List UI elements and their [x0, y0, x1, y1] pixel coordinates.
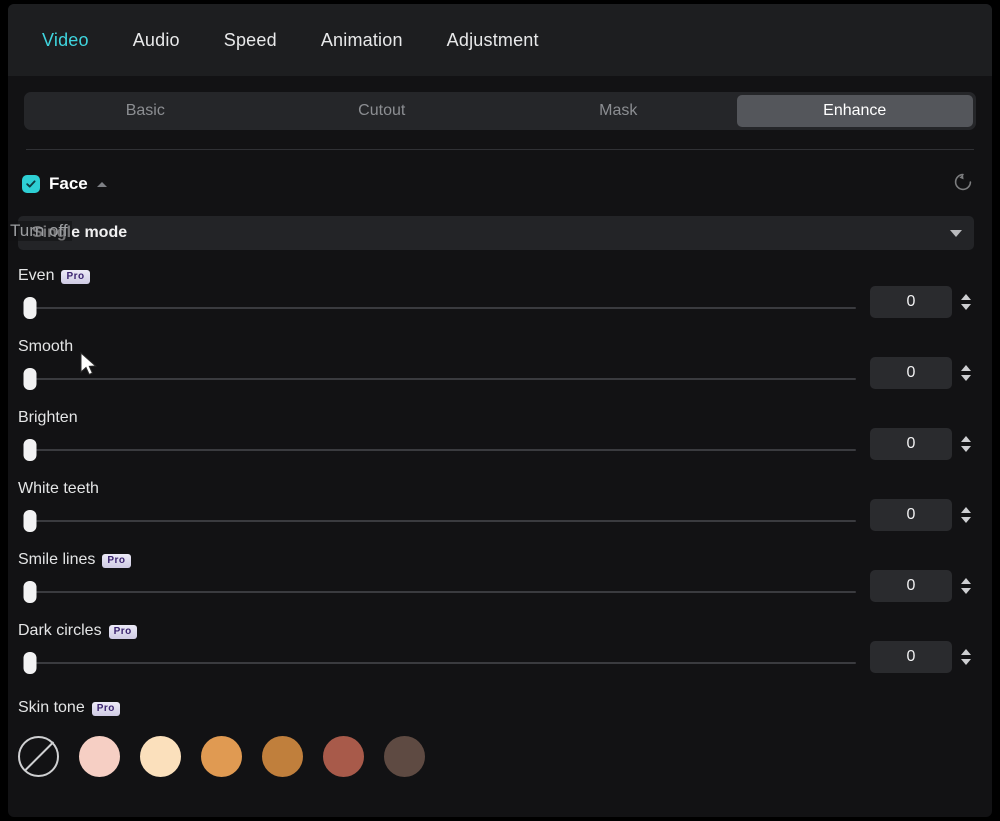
- slider-label-even: Even: [18, 267, 55, 284]
- sub-tab-basic[interactable]: Basic: [27, 95, 264, 127]
- slider-label-dark-circles: Dark circles: [18, 622, 102, 639]
- slider-white-teeth[interactable]: [18, 510, 856, 532]
- sub-tab-cutout[interactable]: Cutout: [264, 95, 501, 127]
- stepper-down-icon[interactable]: [961, 517, 971, 523]
- pro-badge: Pro: [91, 702, 120, 716]
- value-input[interactable]: 0: [870, 499, 952, 531]
- slider-row-white-teeth: White teeth 0: [8, 473, 992, 544]
- stepper-up-icon[interactable]: [961, 436, 971, 442]
- slider-handle[interactable]: [23, 581, 37, 603]
- slider-track: [30, 662, 856, 664]
- skin-tone-swatch-6[interactable]: [384, 736, 425, 777]
- slider-label-brighten: Brighten: [18, 409, 78, 426]
- pro-badge: Pro: [61, 270, 90, 284]
- slider-handle[interactable]: [23, 510, 37, 532]
- value-field-even: 0: [870, 286, 974, 318]
- value-stepper[interactable]: [958, 500, 974, 530]
- slider-dark-circles[interactable]: [18, 652, 856, 674]
- stepper-down-icon[interactable]: [961, 446, 971, 452]
- value-field-white-teeth: 0: [870, 499, 974, 531]
- skin-tone-swatch-3[interactable]: [201, 736, 242, 777]
- header-divider: [26, 149, 974, 150]
- slider-row-smooth: Smooth 0: [8, 331, 992, 402]
- slider-row-brighten: Brighten 0: [8, 402, 992, 473]
- top-tab-bar: Video Audio Speed Animation Adjustment: [8, 4, 992, 76]
- value-field-smooth: 0: [870, 357, 974, 389]
- slider-brighten[interactable]: [18, 439, 856, 461]
- stepper-up-icon[interactable]: [961, 578, 971, 584]
- chevron-up-icon[interactable]: [96, 181, 107, 187]
- value-input[interactable]: 0: [870, 286, 952, 318]
- skin-tone-label: Skin tone: [18, 699, 85, 716]
- slider-list: Even Pro 0 Smooth 0 Brighten 0 White tee…: [8, 260, 992, 686]
- stepper-up-icon[interactable]: [961, 294, 971, 300]
- value-stepper[interactable]: [958, 358, 974, 388]
- slider-row-dark-circles: Dark circles Pro 0: [8, 615, 992, 686]
- slider-smile-lines[interactable]: [18, 581, 856, 603]
- slider-track: [30, 591, 856, 593]
- pro-badge: Pro: [102, 554, 131, 568]
- chevron-down-icon: [950, 229, 962, 237]
- slider-handle[interactable]: [23, 652, 37, 674]
- slider-track: [30, 378, 856, 380]
- slider-even[interactable]: [18, 297, 856, 319]
- skin-tone-swatch-4[interactable]: [262, 736, 303, 777]
- value-input[interactable]: 0: [870, 428, 952, 460]
- sub-tab-mask[interactable]: Mask: [500, 95, 737, 127]
- slider-track: [30, 449, 856, 451]
- slider-label-white-teeth: White teeth: [18, 480, 99, 497]
- check-icon: [26, 180, 36, 188]
- slider-row-even: Even Pro 0: [8, 260, 992, 331]
- skin-tone-swatch-2[interactable]: [140, 736, 181, 777]
- face-checkbox[interactable]: [22, 175, 40, 193]
- skin-tone-section: Skin tone Pro: [8, 686, 992, 777]
- stepper-up-icon[interactable]: [961, 365, 971, 371]
- slider-label-smooth: Smooth: [18, 338, 74, 355]
- face-section-header: Face: [8, 164, 992, 204]
- stepper-up-icon[interactable]: [961, 649, 971, 655]
- value-field-brighten: 0: [870, 428, 974, 460]
- tab-adjustment[interactable]: Adjustment: [425, 24, 561, 57]
- skin-tone-none-icon[interactable]: [18, 736, 59, 777]
- skin-tone-swatch-5[interactable]: [323, 736, 364, 777]
- stepper-down-icon[interactable]: [961, 304, 971, 310]
- sub-tab-enhance[interactable]: Enhance: [736, 95, 973, 127]
- pro-badge: Pro: [108, 625, 137, 639]
- tab-video[interactable]: Video: [20, 24, 111, 57]
- stepper-up-icon[interactable]: [961, 507, 971, 513]
- enhance-panel: Video Audio Speed Animation Adjustment B…: [8, 4, 992, 817]
- tab-speed[interactable]: Speed: [202, 24, 299, 57]
- slider-label-smile-lines: Smile lines: [18, 551, 96, 568]
- face-label: Face: [49, 174, 88, 193]
- slider-handle[interactable]: [23, 297, 37, 319]
- tab-audio[interactable]: Audio: [111, 24, 202, 57]
- slider-handle[interactable]: [23, 439, 37, 461]
- stepper-down-icon[interactable]: [961, 375, 971, 381]
- stepper-down-icon[interactable]: [961, 659, 971, 665]
- slider-track: [30, 307, 856, 309]
- value-input[interactable]: 0: [870, 570, 952, 602]
- skin-tone-swatch-1[interactable]: [79, 736, 120, 777]
- slider-handle[interactable]: [23, 368, 37, 390]
- value-stepper[interactable]: [958, 429, 974, 459]
- tab-animation[interactable]: Animation: [299, 24, 425, 57]
- value-input[interactable]: 0: [870, 641, 952, 673]
- value-input[interactable]: 0: [870, 357, 952, 389]
- skin-tone-swatches: [18, 736, 992, 777]
- mode-dropdown[interactable]: Single mode Turn off: [8, 216, 974, 250]
- value-field-smile-lines: 0: [870, 570, 974, 602]
- sub-tab-segmented-control: Basic Cutout Mask Enhance: [24, 92, 976, 130]
- value-stepper[interactable]: [958, 571, 974, 601]
- mode-dropdown-value: Single mode: [32, 224, 128, 241]
- value-stepper[interactable]: [958, 287, 974, 317]
- slider-smooth[interactable]: [18, 368, 856, 390]
- stepper-down-icon[interactable]: [961, 588, 971, 594]
- value-stepper[interactable]: [958, 642, 974, 672]
- slider-track: [30, 520, 856, 522]
- slider-row-smile-lines: Smile lines Pro 0: [8, 544, 992, 615]
- value-field-dark-circles: 0: [870, 641, 974, 673]
- reset-circle-icon[interactable]: [952, 171, 974, 198]
